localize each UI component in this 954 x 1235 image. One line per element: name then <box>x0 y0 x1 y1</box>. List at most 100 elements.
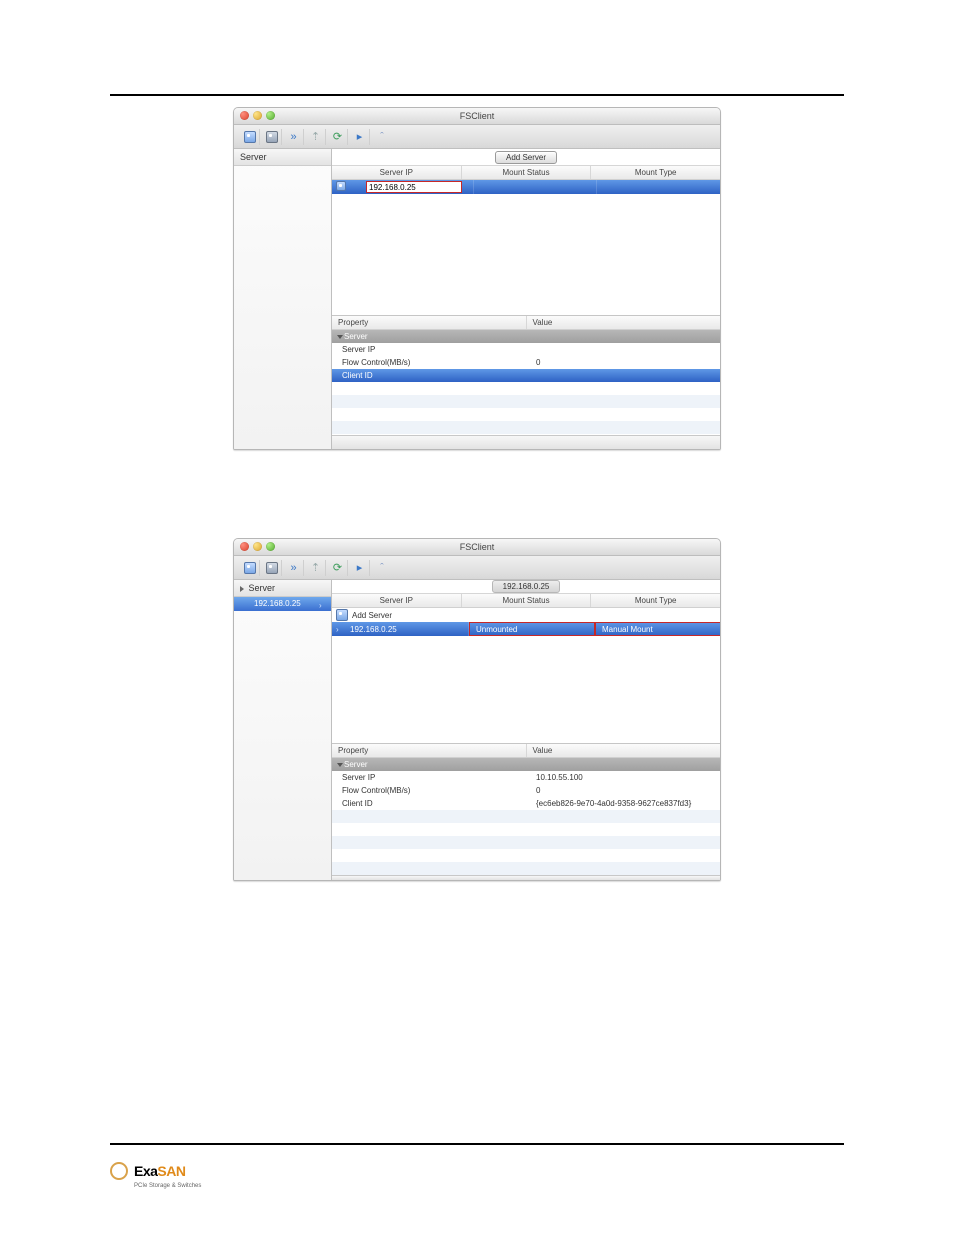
cell-mount-type-text: Manual Mount <box>602 625 653 634</box>
sidebar: Server <box>234 149 332 449</box>
minimize-icon[interactable] <box>253 111 262 120</box>
server-icon <box>336 181 346 191</box>
disclosure-icon[interactable] <box>337 335 343 339</box>
tool-play-icon[interactable]: ▸ <box>350 129 370 145</box>
table-header-row: Server IP Mount Status Mount Type <box>332 166 720 180</box>
props-row-empty <box>332 862 720 875</box>
tool-collapse-icon[interactable]: ˆ <box>372 560 392 576</box>
tool-collapse-icon[interactable]: ˆ <box>372 129 392 145</box>
window-controls[interactable] <box>240 542 275 551</box>
main-header-pill: 192.168.0.25 <box>492 580 561 593</box>
sidebar-header[interactable]: Server <box>234 580 331 597</box>
logo-tagline: PCIe Storage & Switches <box>134 1183 201 1189</box>
prop-value: 0 <box>526 356 720 369</box>
props-row-client-id[interactable]: Client ID <box>332 369 720 382</box>
status-bar <box>332 435 720 449</box>
th-mount-type: Mount Type <box>591 594 720 607</box>
th-server-ip: Server IP <box>332 594 462 607</box>
toolbar: » ⇡ ⟳ ▸ ˆ <box>234 556 720 580</box>
table-row[interactable]: 192.168.0.25 <box>332 180 720 194</box>
prop-value: 10.10.55.100 <box>526 771 720 784</box>
close-icon[interactable] <box>240 542 249 551</box>
logo-text: ExaSAN <box>134 1163 185 1179</box>
server-ip-input[interactable]: 192.168.0.25 <box>366 181 462 193</box>
tool-up-icon[interactable]: ⇡ <box>306 560 326 576</box>
main-headbar: Add Server <box>332 149 720 166</box>
ph-property: Property <box>332 744 527 757</box>
cell-mount-status: Unmounted <box>469 622 595 636</box>
zoom-icon[interactable] <box>266 111 275 120</box>
titlebar: FSClient <box>234 539 720 556</box>
cell-server-ip[interactable]: 192.168.0.25 <box>332 180 474 194</box>
disclosure-icon[interactable] <box>240 586 244 592</box>
props-row-flow: Flow Control(MB/s) 0 <box>332 356 720 369</box>
app-window-2: FSClient » ⇡ ⟳ ▸ ˆ Server 192.168.0 <box>233 538 721 881</box>
table-header-row: Server IP Mount Status Mount Type <box>332 594 720 608</box>
cell-mount-status <box>474 180 598 194</box>
th-server-ip: Server IP <box>332 166 462 179</box>
close-icon[interactable] <box>240 111 249 120</box>
tool-next-icon[interactable]: » <box>284 560 304 576</box>
sidebar-header-label: Server <box>240 152 267 162</box>
tool-server-2-icon[interactable] <box>262 129 282 145</box>
minimize-icon[interactable] <box>253 542 262 551</box>
cell-mount-status-text: Unmounted <box>476 625 517 634</box>
window-body: Server Add Server Server IP Mount Status… <box>234 149 720 449</box>
sidebar-item-label: 192.168.0.25 <box>254 599 301 608</box>
prop-key: Client ID <box>332 369 526 382</box>
properties-panel: Property Value Server Server IP 10.10.55… <box>332 744 720 875</box>
main-panel: Add Server Server IP Mount Status Mount … <box>332 149 720 449</box>
props-group-row: Server <box>332 758 720 771</box>
titlebar: FSClient <box>234 108 720 125</box>
chevron-right-icon: › <box>336 625 339 634</box>
app-window-1: FSClient » ⇡ ⟳ ▸ ˆ Server Add <box>233 107 721 450</box>
zoom-icon[interactable] <box>266 542 275 551</box>
tool-refresh-icon[interactable]: ⟳ <box>328 560 348 576</box>
prop-key: Flow Control(MB/s) <box>332 784 526 797</box>
top-divider <box>110 94 844 96</box>
table-row[interactable]: › 192.168.0.25 Unmounted Manual Mount <box>332 622 720 636</box>
bottom-divider <box>110 1143 844 1145</box>
server-table: Server IP Mount Status Mount Type Add Se… <box>332 594 720 744</box>
properties-panel: Property Value Server Server IP Flow <box>332 316 720 435</box>
tool-server-1-icon[interactable] <box>240 560 260 576</box>
cell-server-ip-text: 192.168.0.25 <box>350 625 397 634</box>
tool-server-2-icon[interactable] <box>262 560 282 576</box>
brand-logo: ExaSAN <box>110 1162 185 1180</box>
tool-refresh-icon[interactable]: ⟳ <box>328 129 348 145</box>
props-row-empty <box>332 421 720 434</box>
add-server-button[interactable]: Add Server <box>495 151 557 164</box>
props-row-empty <box>332 836 720 849</box>
sidebar-header-label: Server <box>249 583 276 593</box>
tool-server-1-icon[interactable] <box>240 129 260 145</box>
server-icon <box>336 609 348 621</box>
prop-key: Flow Control(MB/s) <box>332 356 526 369</box>
props-row-client-id: Client ID {ec6eb826-9e70-4a0d-9358-9627c… <box>332 797 720 810</box>
props-group-label: Server <box>332 758 526 771</box>
prop-key: Server IP <box>332 771 526 784</box>
window-controls[interactable] <box>240 111 275 120</box>
disclosure-icon[interactable] <box>337 763 343 767</box>
sidebar-item-server[interactable]: 192.168.0.25 › <box>234 597 331 611</box>
tool-next-icon[interactable]: » <box>284 129 304 145</box>
props-group-label: Server <box>332 330 526 343</box>
props-group-value <box>526 330 720 343</box>
prop-value: 0 <box>526 784 720 797</box>
props-group-value <box>526 758 720 771</box>
cell-mount-type <box>597 180 720 194</box>
props-group-row: Server <box>332 330 720 343</box>
prop-key: Server IP <box>332 343 526 356</box>
tool-up-icon[interactable]: ⇡ <box>306 129 326 145</box>
main-headbar: 192.168.0.25 <box>332 580 720 594</box>
table-row-add-server[interactable]: Add Server <box>332 608 720 622</box>
toolbar: » ⇡ ⟳ ▸ ˆ <box>234 125 720 149</box>
chevron-right-icon: › <box>319 599 327 607</box>
prop-value: {ec6eb826-9e70-4a0d-9358-9627ce837fd3} <box>526 797 720 810</box>
window-title: FSClient <box>460 111 495 121</box>
ph-property: Property <box>332 316 527 329</box>
prop-value <box>526 369 720 382</box>
props-row-empty <box>332 408 720 421</box>
tool-play-icon[interactable]: ▸ <box>350 560 370 576</box>
server-table: Server IP Mount Status Mount Type 192.16… <box>332 166 720 316</box>
props-header-row: Property Value <box>332 744 720 758</box>
